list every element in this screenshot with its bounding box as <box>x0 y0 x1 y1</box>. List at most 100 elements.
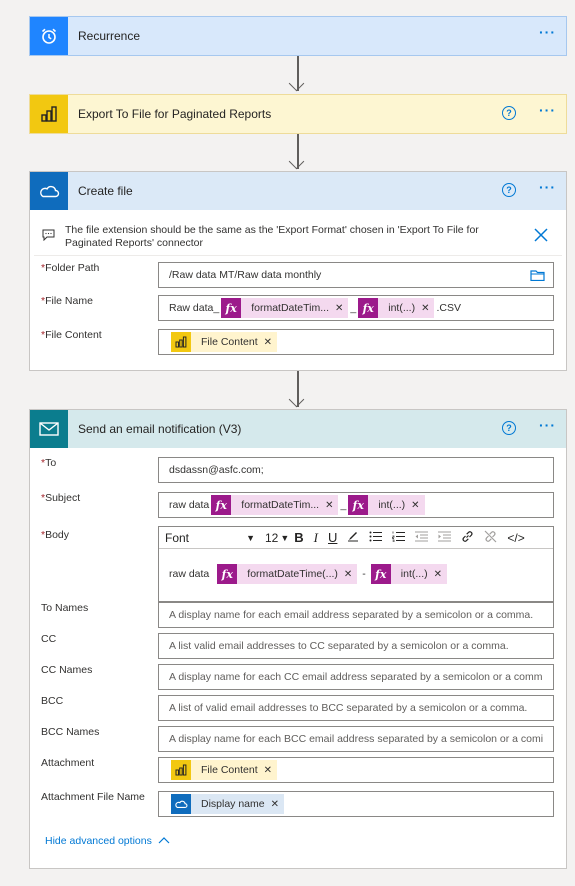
bcc-label: BCC <box>41 695 64 707</box>
help-icon[interactable]: ? <box>502 106 516 120</box>
subject-label: *Subject <box>41 492 81 504</box>
bcc-input[interactable]: A list of valid email addresses to BCC s… <box>158 695 554 721</box>
subject-input[interactable]: raw data fx formatDateTim... ✕ _ fx int(...… <box>158 492 554 518</box>
dynamic-content-token[interactable]: File Content ✕ <box>171 332 278 352</box>
bcc-names-input[interactable]: A display name for each BCC email addres… <box>158 726 554 752</box>
decrease-indent-icon[interactable] <box>415 530 429 545</box>
folder-path-label: *Folder Path <box>41 262 100 274</box>
expression-token[interactable]: fx int(...) ✕ <box>358 298 435 318</box>
send-email-title: Send an email notification (V3) <box>78 422 242 436</box>
file-content-input[interactable]: File Content ✕ <box>158 329 554 355</box>
mail-icon <box>30 410 68 448</box>
link-icon[interactable] <box>461 530 474 546</box>
bold-icon[interactable]: B <box>294 530 303 545</box>
attachment-input[interactable]: File Content ✕ <box>158 757 554 783</box>
dynamic-content-token[interactable]: Display name ✕ <box>171 794 285 814</box>
to-value: dsdassn@asfc.com; <box>169 464 264 476</box>
expression-token[interactable]: fx formatDateTime(...) ✕ <box>217 564 358 584</box>
bullet-list-icon[interactable] <box>369 530 383 545</box>
fx-icon: fx <box>217 564 238 584</box>
remove-token-icon[interactable]: ✕ <box>421 303 434 314</box>
bcc-names-label: BCC Names <box>41 726 100 738</box>
to-names-placeholder: A display name for each email address se… <box>169 609 534 621</box>
remove-token-icon[interactable]: ✕ <box>271 799 284 810</box>
fx-icon: fx <box>370 564 391 584</box>
help-icon[interactable]: ? <box>502 183 516 197</box>
remove-token-icon[interactable]: ✕ <box>264 765 277 776</box>
export-title: Export To File for Paginated Reports <box>78 107 272 121</box>
to-input[interactable]: dsdassn@asfc.com; <box>158 457 554 483</box>
token-label: File Content <box>201 764 258 776</box>
remove-token-icon[interactable]: ✕ <box>411 500 424 511</box>
expression-token[interactable]: fx int(...) ✕ <box>348 495 425 515</box>
underline-icon[interactable]: U <box>328 530 337 545</box>
expression-token[interactable]: fx formatDateTim... ✕ <box>211 495 339 515</box>
flow-arrow <box>288 134 307 171</box>
body-prefix: raw data <box>169 568 210 580</box>
create-file-title: Create file <box>78 184 133 198</box>
body-content[interactable]: raw data fx formatDateTime(...) ✕ - fx int(… <box>159 549 553 599</box>
remove-token-icon[interactable]: ✕ <box>434 569 447 580</box>
rich-text-toolbar: Font ▼ 12 ▼ B I U </> <box>159 527 553 549</box>
chevron-up-icon <box>158 835 170 847</box>
token-label: formatDateTime(...) <box>247 568 338 580</box>
body-label: *Body <box>41 529 70 541</box>
hide-advanced-options-link[interactable]: Hide advanced options <box>45 835 170 847</box>
font-select-value: Font <box>165 530 190 545</box>
numbered-list-icon[interactable] <box>392 530 406 545</box>
notice-text: The file extension should be the same as… <box>65 224 479 249</box>
to-label: *To <box>41 457 57 469</box>
subject-prefix: raw data <box>169 499 210 511</box>
increase-indent-icon[interactable] <box>438 530 452 545</box>
font-size-select[interactable]: 12 ▼ <box>265 531 289 545</box>
highlight-pen-icon[interactable] <box>347 530 359 545</box>
help-icon[interactable]: ? <box>502 421 516 435</box>
flow-arrow <box>288 371 307 409</box>
token-label: int(...) <box>388 302 416 314</box>
folder-path-input[interactable]: /Raw data MT/Raw data monthly <box>158 262 554 288</box>
body-editor[interactable]: Font ▼ 12 ▼ B I U </> raw data fx formatDat… <box>158 526 554 602</box>
token-label: int(...) <box>378 499 406 511</box>
italic-icon[interactable]: I <box>314 530 318 546</box>
more-options-icon[interactable]: ··· <box>539 179 556 195</box>
attachment-file-name-input[interactable]: Display name ✕ <box>158 791 554 817</box>
cc-input[interactable]: A list valid email addresses to CC separ… <box>158 633 554 659</box>
remove-token-icon[interactable]: ✕ <box>325 500 338 511</box>
hide-advanced-label: Hide advanced options <box>45 835 152 847</box>
power-bi-icon <box>171 760 191 780</box>
dynamic-content-token[interactable]: File Content ✕ <box>171 760 278 780</box>
recurrence-title: Recurrence <box>78 29 141 43</box>
cc-placeholder: A list valid email addresses to CC separ… <box>169 640 509 652</box>
flow-arrow <box>288 56 307 93</box>
token-label: formatDateTim... <box>241 499 320 511</box>
recurrence-card[interactable]: Recurrence ··· <box>29 16 567 56</box>
more-options-icon[interactable]: ··· <box>539 24 556 40</box>
file-name-input[interactable]: Raw data_ fx formatDateTim... ✕ _ fx int(..… <box>158 295 554 321</box>
attachment-file-name-label: Attachment File Name <box>41 791 145 803</box>
remove-token-icon[interactable]: ✕ <box>264 337 277 348</box>
remove-token-icon[interactable]: ✕ <box>335 303 348 314</box>
expression-token[interactable]: fx formatDateTim... ✕ <box>221 298 349 318</box>
to-names-input[interactable]: A display name for each email address se… <box>158 602 554 628</box>
token-label: Display name <box>201 798 265 810</box>
unlink-icon[interactable] <box>484 530 497 546</box>
expression-token[interactable]: fx int(...) ✕ <box>370 564 448 584</box>
cc-label: CC <box>41 633 57 645</box>
power-bi-icon <box>171 332 191 352</box>
bcc-names-placeholder: A display name for each BCC email addres… <box>169 733 544 745</box>
token-label: formatDateTim... <box>251 302 329 314</box>
font-size-value: 12 <box>265 530 279 545</box>
close-icon[interactable] <box>534 228 548 245</box>
folder-picker-icon[interactable] <box>530 269 545 284</box>
comment-icon <box>42 229 55 244</box>
more-options-icon[interactable]: ··· <box>539 417 556 433</box>
more-options-icon[interactable]: ··· <box>539 102 556 118</box>
code-view-icon[interactable]: </> <box>507 531 524 545</box>
cc-names-input[interactable]: A display name for each CC email address… <box>158 664 554 690</box>
font-select[interactable]: Font ▼ <box>165 531 255 545</box>
subject-separator: _ <box>340 499 347 511</box>
export-card[interactable]: Export To File for Paginated Reports ? ·… <box>29 94 567 134</box>
create-file-card: Create file ? ··· The file extension sho… <box>29 171 567 371</box>
folder-path-value: /Raw data MT/Raw data monthly <box>169 269 322 281</box>
remove-token-icon[interactable]: ✕ <box>344 569 357 580</box>
